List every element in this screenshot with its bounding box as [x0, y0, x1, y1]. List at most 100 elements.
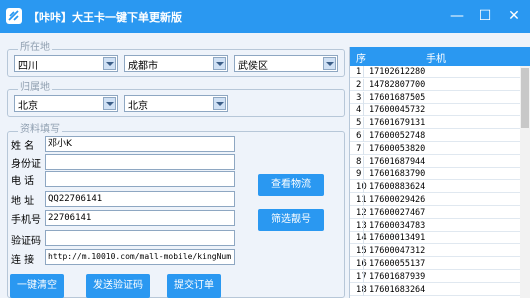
- row-phone: 17601679131: [369, 118, 426, 129]
- location-province-value: 四川: [18, 61, 38, 72]
- location-city-value: 成都市: [128, 61, 158, 72]
- row-index: 12: [356, 207, 367, 218]
- table-row[interactable]: 8 17601687944: [350, 155, 530, 168]
- id-label: 身份证: [11, 159, 41, 170]
- code-label: 验证码: [11, 236, 41, 247]
- row-index: 7: [356, 143, 362, 154]
- filter-numbers-button[interactable]: 筛选靓号: [258, 209, 324, 231]
- chevron-down-icon[interactable]: [323, 57, 336, 70]
- name-field[interactable]: 邓小K: [45, 136, 235, 152]
- table-row[interactable]: 9 17601683790: [350, 168, 530, 181]
- address-field[interactable]: QQ22706141: [45, 191, 235, 207]
- table-header: 序 手机: [350, 47, 530, 66]
- row-phone: 17600052748: [369, 131, 426, 141]
- location-district-select[interactable]: 武侯区: [234, 55, 338, 72]
- table-row[interactable]: 11 17600029426: [350, 194, 530, 206]
- column-divider: [363, 142, 364, 155]
- scrollbar-thumb[interactable]: [521, 68, 529, 128]
- column-divider: [363, 232, 364, 245]
- table-row[interactable]: 14 17600013491: [350, 232, 530, 245]
- table-row[interactable]: 13 17600034783: [350, 219, 530, 232]
- row-phone: 17102612280: [369, 67, 426, 77]
- row-index: 17: [356, 271, 367, 282]
- table-row[interactable]: 12 17600027467: [350, 206, 530, 219]
- row-index: 18: [356, 284, 367, 295]
- row-phone: 17600055137: [369, 259, 426, 269]
- table-row[interactable]: 4 17600045732: [350, 104, 530, 117]
- column-divider: [363, 194, 364, 206]
- app-logo-icon: [6, 8, 22, 24]
- clear-button[interactable]: 一键清空: [10, 274, 64, 298]
- maximize-button[interactable]: ☐: [474, 6, 496, 26]
- chevron-down-icon[interactable]: [213, 97, 226, 110]
- minimize-button[interactable]: —: [446, 6, 468, 26]
- submit-order-button[interactable]: 提交订单: [167, 274, 221, 298]
- row-phone: 17600027467: [369, 207, 426, 218]
- column-header-phone[interactable]: 手机: [426, 50, 446, 65]
- row-phone: 17601687939: [369, 271, 426, 282]
- home-province-select[interactable]: 北京: [14, 95, 118, 112]
- table-row[interactable]: 16 17600055137: [350, 258, 530, 270]
- close-button[interactable]: ✕: [503, 6, 525, 26]
- row-index: 14: [356, 233, 367, 244]
- column-divider: [363, 78, 364, 91]
- table-row[interactable]: 2 14782807700: [350, 78, 530, 91]
- row-phone: 14782807700: [369, 79, 426, 90]
- chevron-down-icon[interactable]: [103, 97, 116, 110]
- column-divider: [363, 91, 364, 104]
- phone-label: 电 话: [11, 176, 35, 187]
- number-table[interactable]: 序 手机 1 17102612280 2 14782807700 3 1760168750…: [349, 47, 530, 298]
- column-divider: [363, 283, 364, 296]
- table-row[interactable]: 3 17601687505: [350, 91, 530, 104]
- row-index: 1: [356, 67, 362, 77]
- form-legend: 资料填写: [18, 124, 62, 136]
- code-field[interactable]: [45, 230, 235, 246]
- id-field[interactable]: [45, 154, 235, 170]
- row-phone: 17600013491: [369, 233, 426, 244]
- column-divider: [363, 270, 364, 283]
- location-city-select[interactable]: 成都市: [124, 55, 228, 72]
- table-row[interactable]: 17 17601687939: [350, 270, 530, 283]
- home-city-select[interactable]: 北京: [124, 95, 228, 112]
- chevron-down-icon[interactable]: [103, 57, 116, 70]
- row-phone: 17601687505: [369, 92, 426, 103]
- row-phone: 17600053820: [369, 143, 426, 154]
- home-city-value: 北京: [128, 101, 148, 112]
- column-divider: [363, 155, 364, 168]
- link-field[interactable]: http://m.10010.com/mall-mobile/kingNum: [45, 249, 235, 265]
- view-logistics-button[interactable]: 查看物流: [258, 174, 324, 196]
- mobile-label: 手机号: [11, 215, 41, 226]
- home-legend: 归属地: [18, 82, 52, 94]
- row-index: 15: [356, 246, 367, 257]
- table-row[interactable]: 18 17601683264: [350, 283, 530, 296]
- phone-field[interactable]: [45, 171, 235, 187]
- home-province-value: 北京: [18, 101, 38, 112]
- title-bar[interactable]: 【咔咔】大王卡一键下单更新版 — ☐ ✕: [0, 0, 530, 33]
- row-index: 10: [356, 182, 367, 193]
- row-phone: 17600047312: [369, 246, 426, 257]
- table-row[interactable]: 5 17601679131: [350, 117, 530, 130]
- row-index: 2: [356, 79, 362, 90]
- row-phone: 17600029426: [369, 195, 426, 205]
- chevron-down-icon[interactable]: [213, 57, 226, 70]
- vertical-scrollbar[interactable]: [520, 66, 530, 298]
- row-phone: 17601683790: [369, 169, 426, 180]
- table-row[interactable]: 10 17600883624: [350, 181, 530, 194]
- row-index: 6: [356, 131, 362, 141]
- row-index: 16: [356, 259, 367, 269]
- column-divider: [363, 130, 364, 142]
- send-code-button[interactable]: 发送验证码: [86, 274, 150, 298]
- column-divider: [363, 181, 364, 194]
- row-index: 11: [356, 195, 367, 205]
- location-district-value: 武侯区: [238, 61, 268, 72]
- table-row[interactable]: 1 17102612280: [350, 66, 530, 78]
- column-divider: [363, 66, 364, 78]
- location-province-select[interactable]: 四川: [14, 55, 118, 72]
- table-row[interactable]: 6 17600052748: [350, 130, 530, 142]
- table-row[interactable]: 7 17600053820: [350, 142, 530, 155]
- mobile-field[interactable]: 22706141: [45, 210, 235, 226]
- column-header-index[interactable]: 序: [356, 50, 366, 65]
- row-phone: 17600034783: [369, 220, 426, 231]
- location-legend: 所在地: [18, 42, 52, 54]
- table-row[interactable]: 15 17600047312: [350, 245, 530, 258]
